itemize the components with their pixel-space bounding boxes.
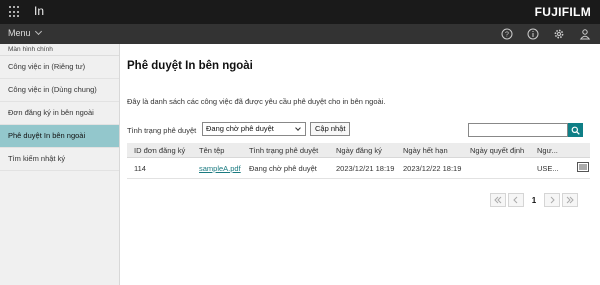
sidebar-item-private-jobs[interactable]: Công việc in (Riêng tư) [0, 56, 119, 79]
table-row[interactable]: 114 sampleA.pdf Đang chờ phê duyệt 2023/… [127, 158, 590, 179]
column-header-user[interactable]: Ngư... [530, 146, 570, 155]
file-link[interactable]: sampleA.pdf [199, 164, 241, 173]
sidebar: Màn hình chính Công việc in (Riêng tư) C… [0, 44, 120, 285]
page-description: Đây là danh sách các công việc đã được y… [127, 97, 386, 106]
cell-registered: 2023/12/21 18:19 [336, 163, 395, 173]
main-content: Phê duyệt In bên ngoài Đây là danh sách … [120, 44, 600, 285]
gear-icon[interactable] [552, 27, 566, 41]
approval-table: ID đơn đăng ký Tên tệp Tình trạng phê du… [127, 143, 590, 179]
cell-id: 114 [134, 163, 146, 173]
double-chevron-right-icon [566, 196, 574, 204]
cell-user: USE... [537, 163, 559, 173]
apps-grid-icon[interactable] [9, 6, 21, 18]
cell-actions [570, 162, 590, 174]
search-input[interactable] [468, 123, 568, 137]
chevron-down-icon [34, 27, 42, 36]
cell-status: Đang chờ phê duyệt [249, 163, 317, 173]
column-header-id[interactable]: ID đơn đăng ký [127, 146, 192, 155]
page-title: Phê duyệt In bên ngoài [127, 60, 253, 72]
detail-list-icon[interactable] [577, 162, 589, 172]
current-page[interactable]: 1 [526, 193, 542, 207]
app-title: In [34, 4, 45, 18]
menu-label: Menu [8, 28, 31, 38]
column-header-decided[interactable]: Ngày quyết định [463, 146, 530, 155]
double-chevron-left-icon [494, 196, 502, 204]
sidebar-item-external-requests[interactable]: Đơn đăng ký in bên ngoài [0, 102, 119, 125]
cell-file: sampleA.pdf [192, 164, 242, 173]
sidebar-item-shared-jobs[interactable]: Công việc in (Dùng chung) [0, 79, 119, 102]
user-icon[interactable] [578, 27, 592, 41]
pagination: 1 [490, 193, 578, 207]
chevron-right-icon [550, 196, 555, 204]
column-header-registered[interactable]: Ngày đăng ký [329, 146, 396, 155]
table-header: ID đơn đăng ký Tên tệp Tình trạng phê du… [127, 143, 590, 158]
next-page-button[interactable] [544, 193, 560, 207]
info-icon[interactable] [526, 27, 540, 41]
approval-status-select[interactable]: Đang chờ phê duyệt [202, 122, 306, 136]
svg-text:?: ? [505, 32, 509, 39]
approval-status-value: Đang chờ phê duyệt [206, 124, 274, 133]
chevron-down-icon [295, 125, 301, 131]
menu-bar: Menu ? [0, 24, 600, 44]
sidebar-item-log-search[interactable]: Tìm kiếm nhật ký [0, 148, 119, 171]
help-icon[interactable]: ? [500, 27, 514, 41]
update-button[interactable]: Cập nhật [310, 122, 351, 136]
top-bar: In FUJIFILM [0, 0, 600, 24]
search-button[interactable] [568, 123, 583, 137]
filter-label: Tình trạng phê duyệt [127, 126, 197, 135]
menu-button[interactable]: Menu [8, 27, 42, 38]
column-header-status[interactable]: Tình trạng phê duyệt [242, 146, 329, 155]
sidebar-header: Màn hình chính [0, 44, 119, 56]
toolbar-icons: ? [500, 27, 592, 41]
column-header-expires[interactable]: Ngày hết hạn [396, 146, 463, 155]
sidebar-item-external-approval[interactable]: Phê duyệt In bên ngoài [0, 125, 119, 148]
chevron-left-icon [513, 196, 518, 204]
prev-page-button[interactable] [508, 193, 524, 207]
last-page-button[interactable] [562, 193, 578, 207]
search-icon [571, 126, 580, 135]
cell-expires: 2023/12/22 18:19 [403, 163, 462, 173]
column-header-file[interactable]: Tên tệp [192, 146, 242, 155]
first-page-button[interactable] [490, 193, 506, 207]
brand-logo: FUJIFILM [534, 5, 591, 19]
